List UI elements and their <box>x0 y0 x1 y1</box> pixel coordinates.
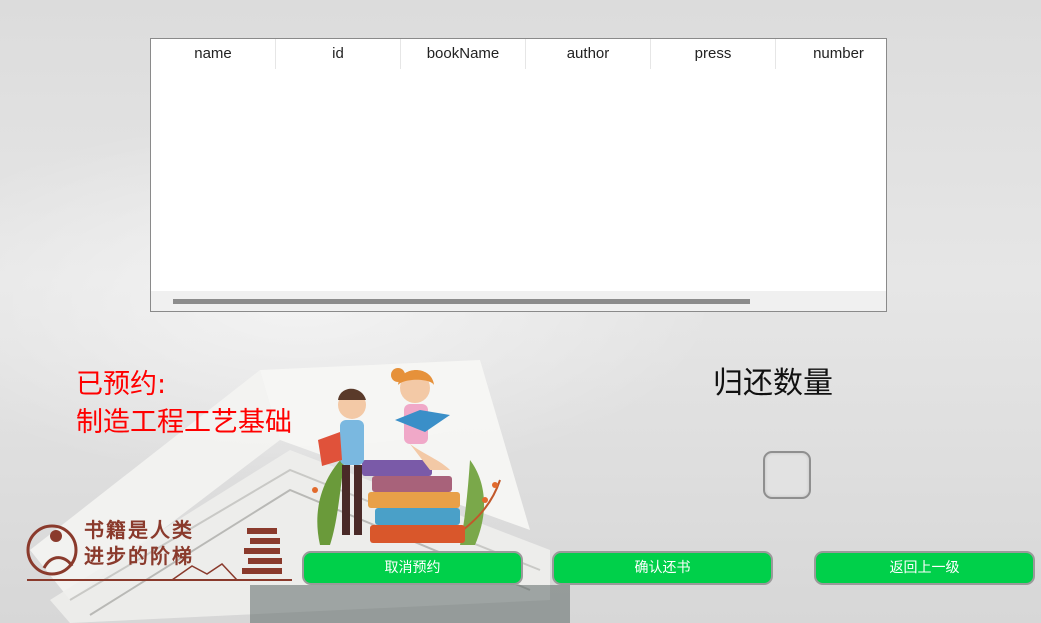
cancel-reservation-button[interactable]: 取消预约 <box>302 551 523 585</box>
column-header-number[interactable]: number <box>776 39 886 69</box>
column-header-author[interactable]: author <box>526 39 651 69</box>
column-header-name[interactable]: name <box>151 39 276 69</box>
reserved-book-title: 制造工程工艺基础 <box>76 407 292 438</box>
back-button[interactable]: 返回上一级 <box>814 551 1035 585</box>
return-quantity-label: 归还数量 <box>713 366 833 401</box>
column-header-id[interactable]: id <box>276 39 401 69</box>
logo-slogan-line1: 书籍是人类 <box>84 518 194 542</box>
books-table[interactable]: name id bookName author press number <box>150 38 887 312</box>
kids-reading-illustration <box>312 368 501 545</box>
library-logo: 书籍是人类 进步的阶梯 <box>22 508 297 588</box>
column-header-bookname[interactable]: bookName <box>401 39 526 69</box>
table-header: name id bookName author press number <box>151 39 886 69</box>
horizontal-scrollbar[interactable] <box>151 291 886 311</box>
table-body[interactable] <box>151 69 886 291</box>
confirm-return-button[interactable]: 确认还书 <box>552 551 773 585</box>
reserved-label: 已预约: <box>76 369 167 400</box>
scrollbar-thumb[interactable] <box>173 299 750 304</box>
reserved-info: 已预约: 制造工程工艺基础 <box>76 366 302 442</box>
column-header-press[interactable]: press <box>651 39 776 69</box>
logo-slogan-line2: 进步的阶梯 <box>84 544 194 568</box>
return-quantity-input[interactable] <box>763 451 811 499</box>
